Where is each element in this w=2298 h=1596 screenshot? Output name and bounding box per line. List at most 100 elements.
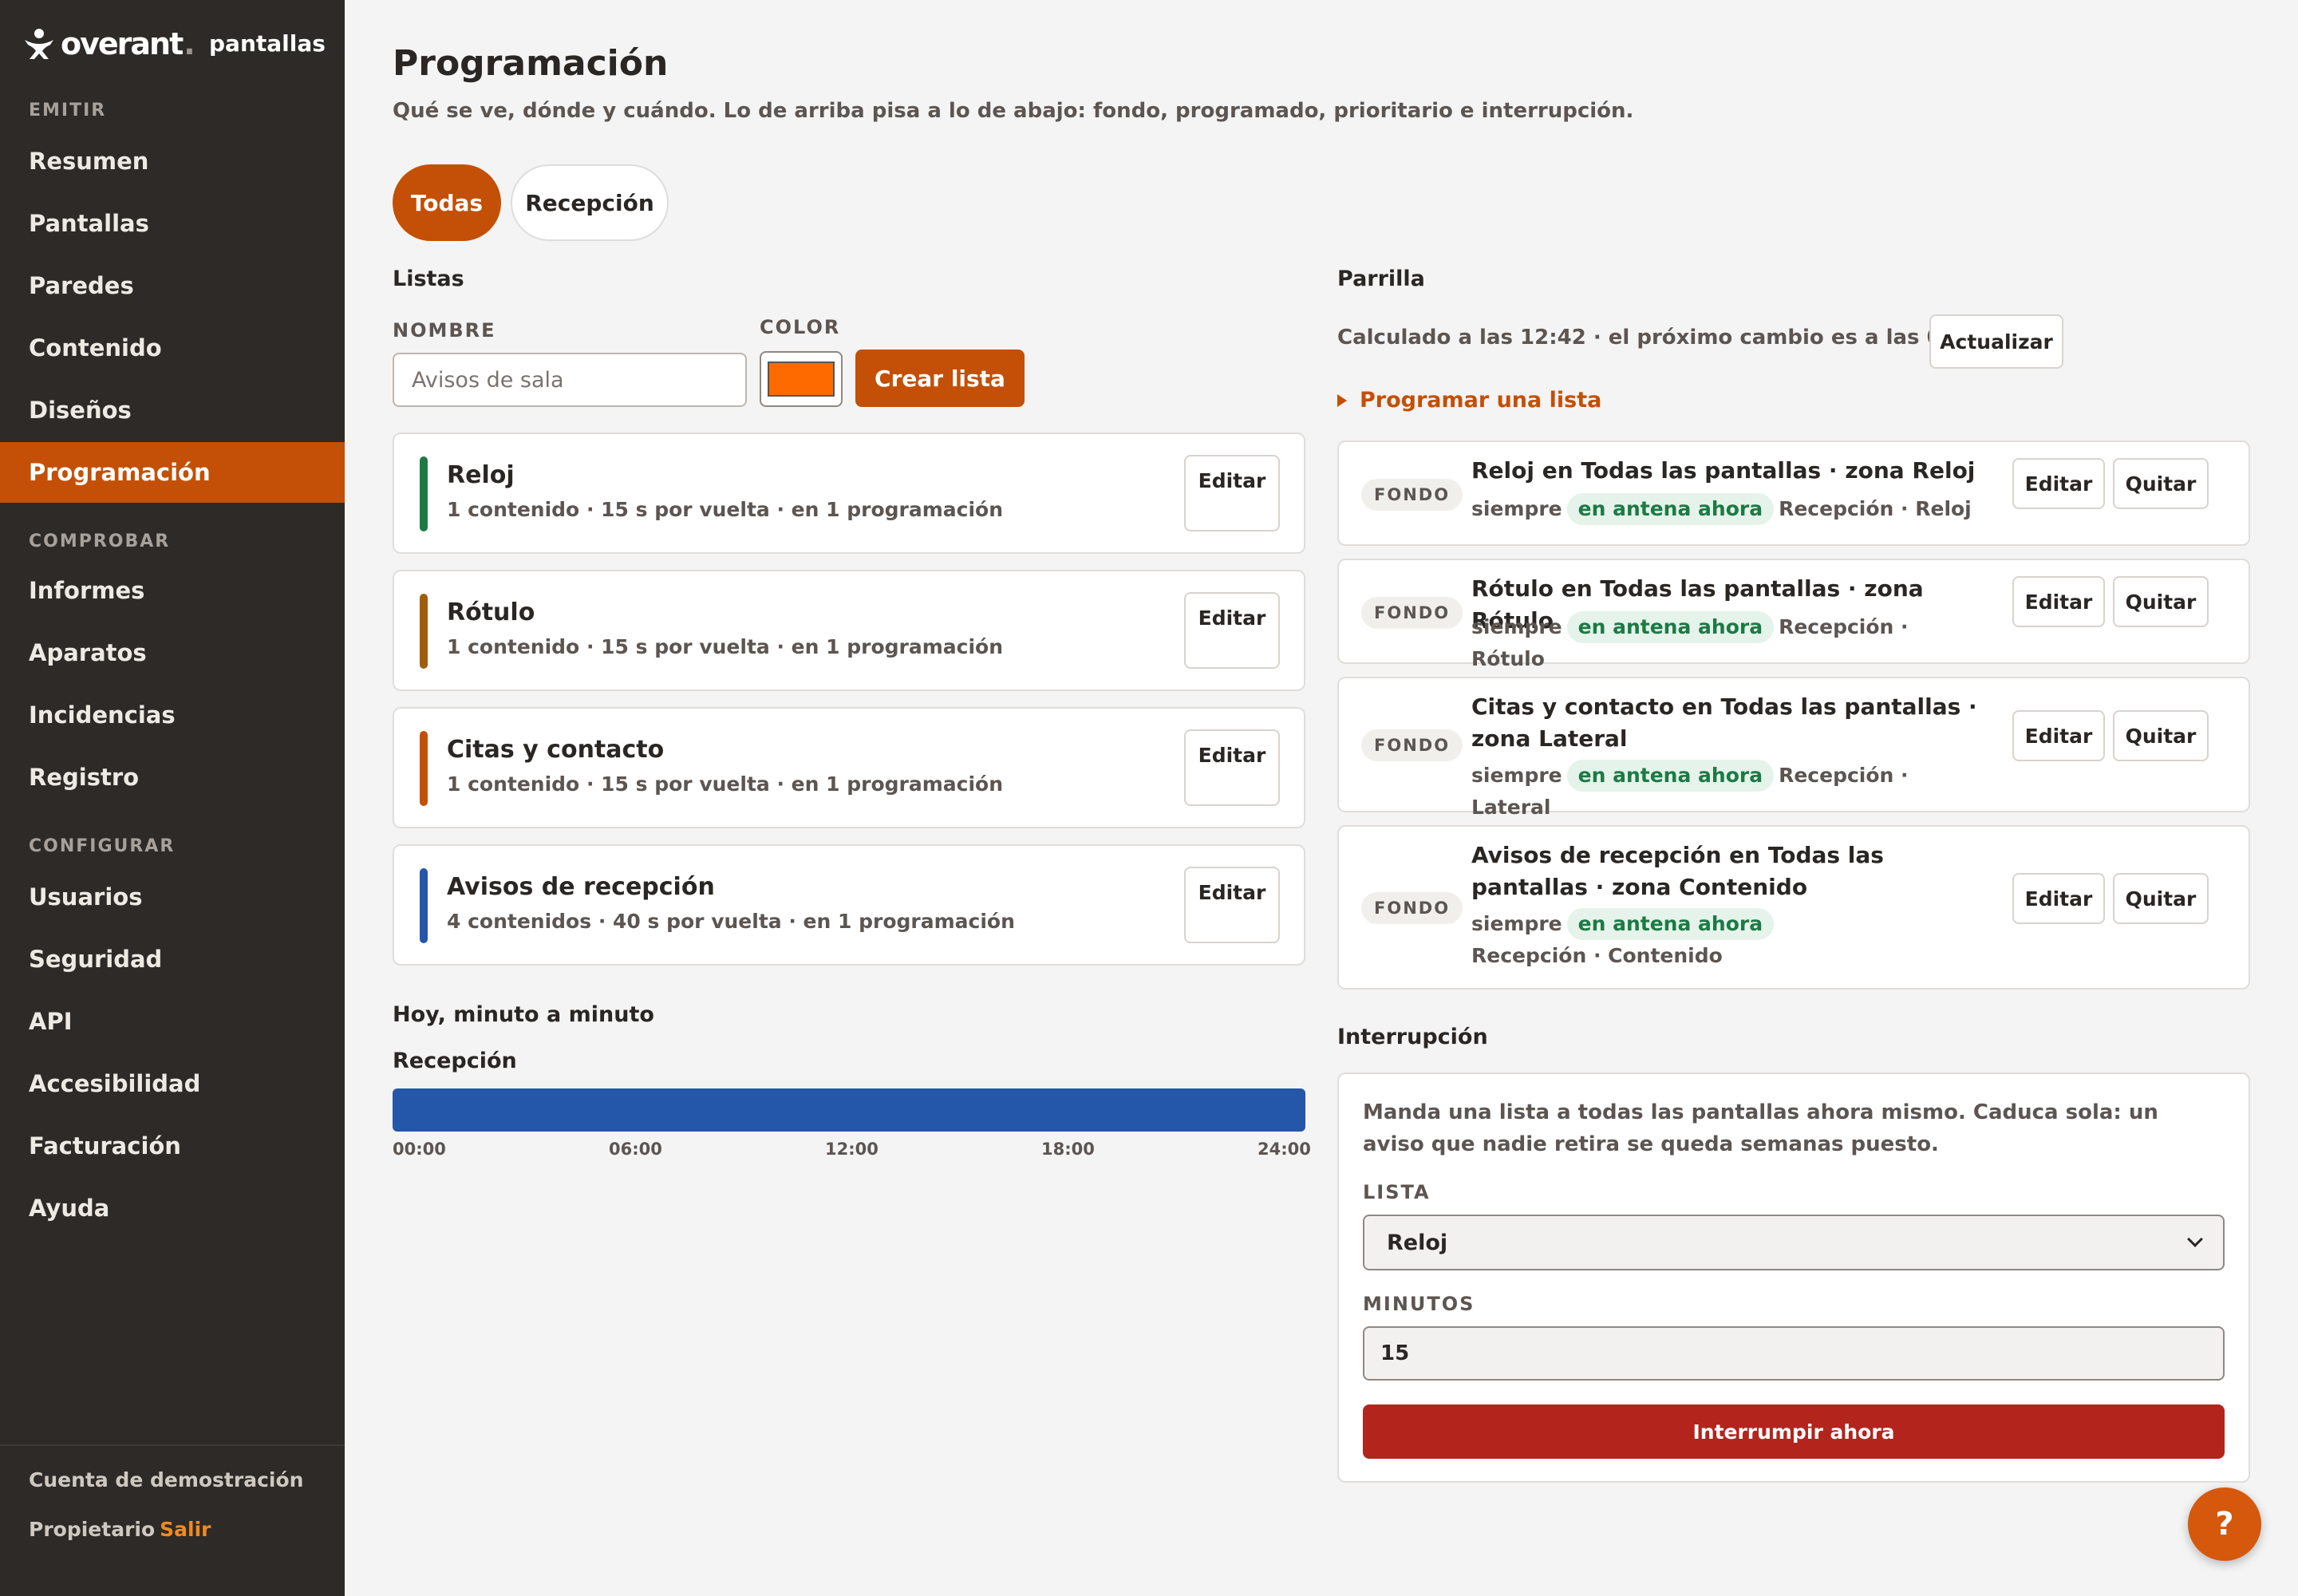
list-name: Avisos de recepción bbox=[447, 873, 715, 901]
timeline-bar bbox=[393, 1088, 1305, 1132]
help-button[interactable]: ? bbox=[2188, 1487, 2261, 1561]
overant-logo-icon bbox=[22, 27, 56, 61]
interrupt-description: Manda una lista a todas las pantallas ah… bbox=[1363, 1100, 2158, 1156]
nav-item-paredes[interactable]: Paredes bbox=[0, 255, 345, 316]
nav-item-contenido[interactable]: Contenido bbox=[0, 318, 345, 378]
on-air-badge: en antena ahora bbox=[1566, 908, 1775, 940]
edit-schedule-button[interactable]: Editar bbox=[2012, 873, 2105, 924]
nav-item-incidencias[interactable]: Incidencias bbox=[0, 685, 345, 745]
edit-schedule-button[interactable]: Editar bbox=[2012, 458, 2105, 509]
list-name: Reloj bbox=[447, 461, 515, 489]
filter-recepcion[interactable]: Recepción bbox=[511, 164, 669, 241]
on-air-badge: en antena ahora bbox=[1566, 760, 1775, 792]
list-item: Avisos de recepción 4 contenidos · 40 s … bbox=[393, 844, 1305, 966]
list-select-value: Reloj bbox=[1387, 1230, 1448, 1255]
schedule-always: siempre bbox=[1471, 912, 1562, 935]
create-list-button[interactable]: Crear lista bbox=[855, 350, 1025, 407]
nav-item-aparatos[interactable]: Aparatos bbox=[0, 622, 345, 683]
schedule-item: FONDO Rótulo en Todas las pantallas · zo… bbox=[1337, 559, 2250, 670]
nav-item-pantallas[interactable]: Pantallas bbox=[0, 193, 345, 254]
on-air-badge: en antena ahora bbox=[1566, 493, 1775, 525]
schedule-item: FONDO Reloj en Todas las pantallas · zon… bbox=[1337, 440, 2250, 546]
brand[interactable]: overant . bbox=[22, 24, 195, 64]
schedule-always: siempre bbox=[1471, 497, 1562, 520]
page-subtitle: Qué se ve, dónde y cuándo. Lo de arriba … bbox=[393, 99, 1634, 123]
page-title: Programación bbox=[393, 43, 669, 84]
list-select-label: LISTA bbox=[1363, 1181, 1431, 1203]
timeline-tick: 18:00 bbox=[1041, 1140, 1095, 1159]
nav-item-api[interactable]: API bbox=[0, 991, 345, 1052]
fondo-badge: FONDO bbox=[1361, 597, 1463, 629]
list-color-bar bbox=[420, 731, 428, 806]
list-meta: 1 contenido · 15 s por vuelta · en 1 pro… bbox=[447, 772, 1003, 796]
nav-item-disenos[interactable]: Diseños bbox=[0, 380, 345, 440]
interrupt-title: Interrupción bbox=[1337, 1025, 1488, 1049]
edit-list-button[interactable]: Editar bbox=[1184, 867, 1280, 943]
brand-dot: . bbox=[184, 26, 195, 61]
nav-item-resumen[interactable]: Resumen bbox=[0, 131, 345, 192]
nav-section-emitir: EMITIR bbox=[29, 101, 107, 120]
fondo-badge: FONDO bbox=[1361, 479, 1463, 511]
color-label: COLOR bbox=[760, 316, 841, 338]
timeline-tick: 12:00 bbox=[825, 1140, 879, 1159]
nav-item-informes[interactable]: Informes bbox=[0, 560, 345, 621]
edit-schedule-button[interactable]: Editar bbox=[2012, 710, 2105, 761]
list-item: Reloj 1 contenido · 15 s por vuelta · en… bbox=[393, 433, 1305, 554]
filter-todas[interactable]: Todas bbox=[393, 164, 501, 241]
list-select[interactable]: Reloj bbox=[1363, 1215, 2225, 1270]
schedule-title: Avisos de recepción en Todas las pantall… bbox=[1471, 842, 1884, 900]
role-label: Propietario bbox=[29, 1518, 156, 1541]
color-picker[interactable] bbox=[760, 351, 843, 407]
interrupt-now-button[interactable]: Interrumpir ahora bbox=[1363, 1404, 2225, 1459]
timeline-tick: 00:00 bbox=[393, 1140, 446, 1159]
schedule-item: FONDO Avisos de recepción en Todas las p… bbox=[1337, 825, 2250, 990]
schedule-title: Reloj en Todas las pantallas · zona Relo… bbox=[1471, 457, 1976, 484]
nav-item-accesibilidad[interactable]: Accesibilidad bbox=[0, 1053, 345, 1114]
nav-section-configurar: CONFIGURAR bbox=[29, 836, 176, 856]
schedule-always: siempre bbox=[1471, 764, 1562, 787]
nav-item-registro[interactable]: Registro bbox=[0, 747, 345, 808]
list-color-bar bbox=[420, 594, 428, 669]
remove-schedule-button[interactable]: Quitar bbox=[2113, 458, 2209, 509]
list-meta: 1 contenido · 15 s por vuelta · en 1 pro… bbox=[447, 635, 1003, 658]
list-color-bar bbox=[420, 456, 428, 531]
schedule-meta: siempre en antena ahora Recepción · Reloj bbox=[1471, 493, 1982, 525]
grid-title: Parrilla bbox=[1337, 267, 1425, 291]
refresh-button[interactable]: Actualizar bbox=[1929, 314, 2063, 369]
remove-schedule-button[interactable]: Quitar bbox=[2113, 710, 2209, 761]
fondo-badge: FONDO bbox=[1361, 892, 1463, 924]
chevron-down-icon bbox=[2187, 1231, 2203, 1247]
list-name: Rótulo bbox=[447, 598, 535, 626]
edit-list-button[interactable]: Editar bbox=[1184, 729, 1280, 806]
nav-item-usuarios[interactable]: Usuarios bbox=[0, 867, 345, 927]
list-item: Citas y contacto 1 contenido · 15 s por … bbox=[393, 707, 1305, 828]
expand-triangle-icon bbox=[1337, 393, 1347, 407]
name-label: NOMBRE bbox=[393, 319, 496, 342]
interrupt-card: Manda una lista a todas las pantallas ah… bbox=[1337, 1073, 2250, 1483]
account-name[interactable]: Cuenta de demostración bbox=[29, 1468, 303, 1491]
schedule-meta: siempre en antena ahora Recepción · Conten… bbox=[1471, 908, 1886, 972]
nav-item-seguridad[interactable]: Seguridad bbox=[0, 929, 345, 990]
fondo-badge: FONDO bbox=[1361, 729, 1463, 761]
edit-list-button[interactable]: Editar bbox=[1184, 455, 1280, 531]
remove-schedule-button[interactable]: Quitar bbox=[2113, 576, 2209, 627]
timeline-tick: 06:00 bbox=[609, 1140, 662, 1159]
nav-item-programacion[interactable]: Programación bbox=[0, 442, 345, 503]
lists-title: Listas bbox=[393, 267, 464, 291]
schedule-always: siempre bbox=[1471, 615, 1562, 638]
program-list-toggle[interactable]: Programar una lista bbox=[1337, 388, 1601, 413]
minutes-label: MINUTOS bbox=[1363, 1293, 1475, 1315]
minutes-input[interactable] bbox=[1363, 1326, 2225, 1381]
on-air-badge: en antena ahora bbox=[1566, 611, 1775, 643]
schedule-meta: siempre en antena ahora Recepción · Latera… bbox=[1471, 760, 1982, 824]
logout-link[interactable]: Salir bbox=[160, 1518, 211, 1541]
nav-section-comprobar: COMPROBAR bbox=[29, 531, 171, 551]
nav-item-ayuda[interactable]: Ayuda bbox=[0, 1178, 345, 1238]
list-name-input[interactable] bbox=[393, 353, 747, 407]
remove-schedule-button[interactable]: Quitar bbox=[2113, 873, 2209, 924]
list-name: Citas y contacto bbox=[447, 736, 665, 764]
edit-schedule-button[interactable]: Editar bbox=[2012, 576, 2105, 627]
calc-status: Calculado a las 12:42 · el próximo cambi… bbox=[1337, 326, 2001, 350]
nav-item-facturacion[interactable]: Facturación bbox=[0, 1116, 345, 1176]
edit-list-button[interactable]: Editar bbox=[1184, 592, 1280, 669]
